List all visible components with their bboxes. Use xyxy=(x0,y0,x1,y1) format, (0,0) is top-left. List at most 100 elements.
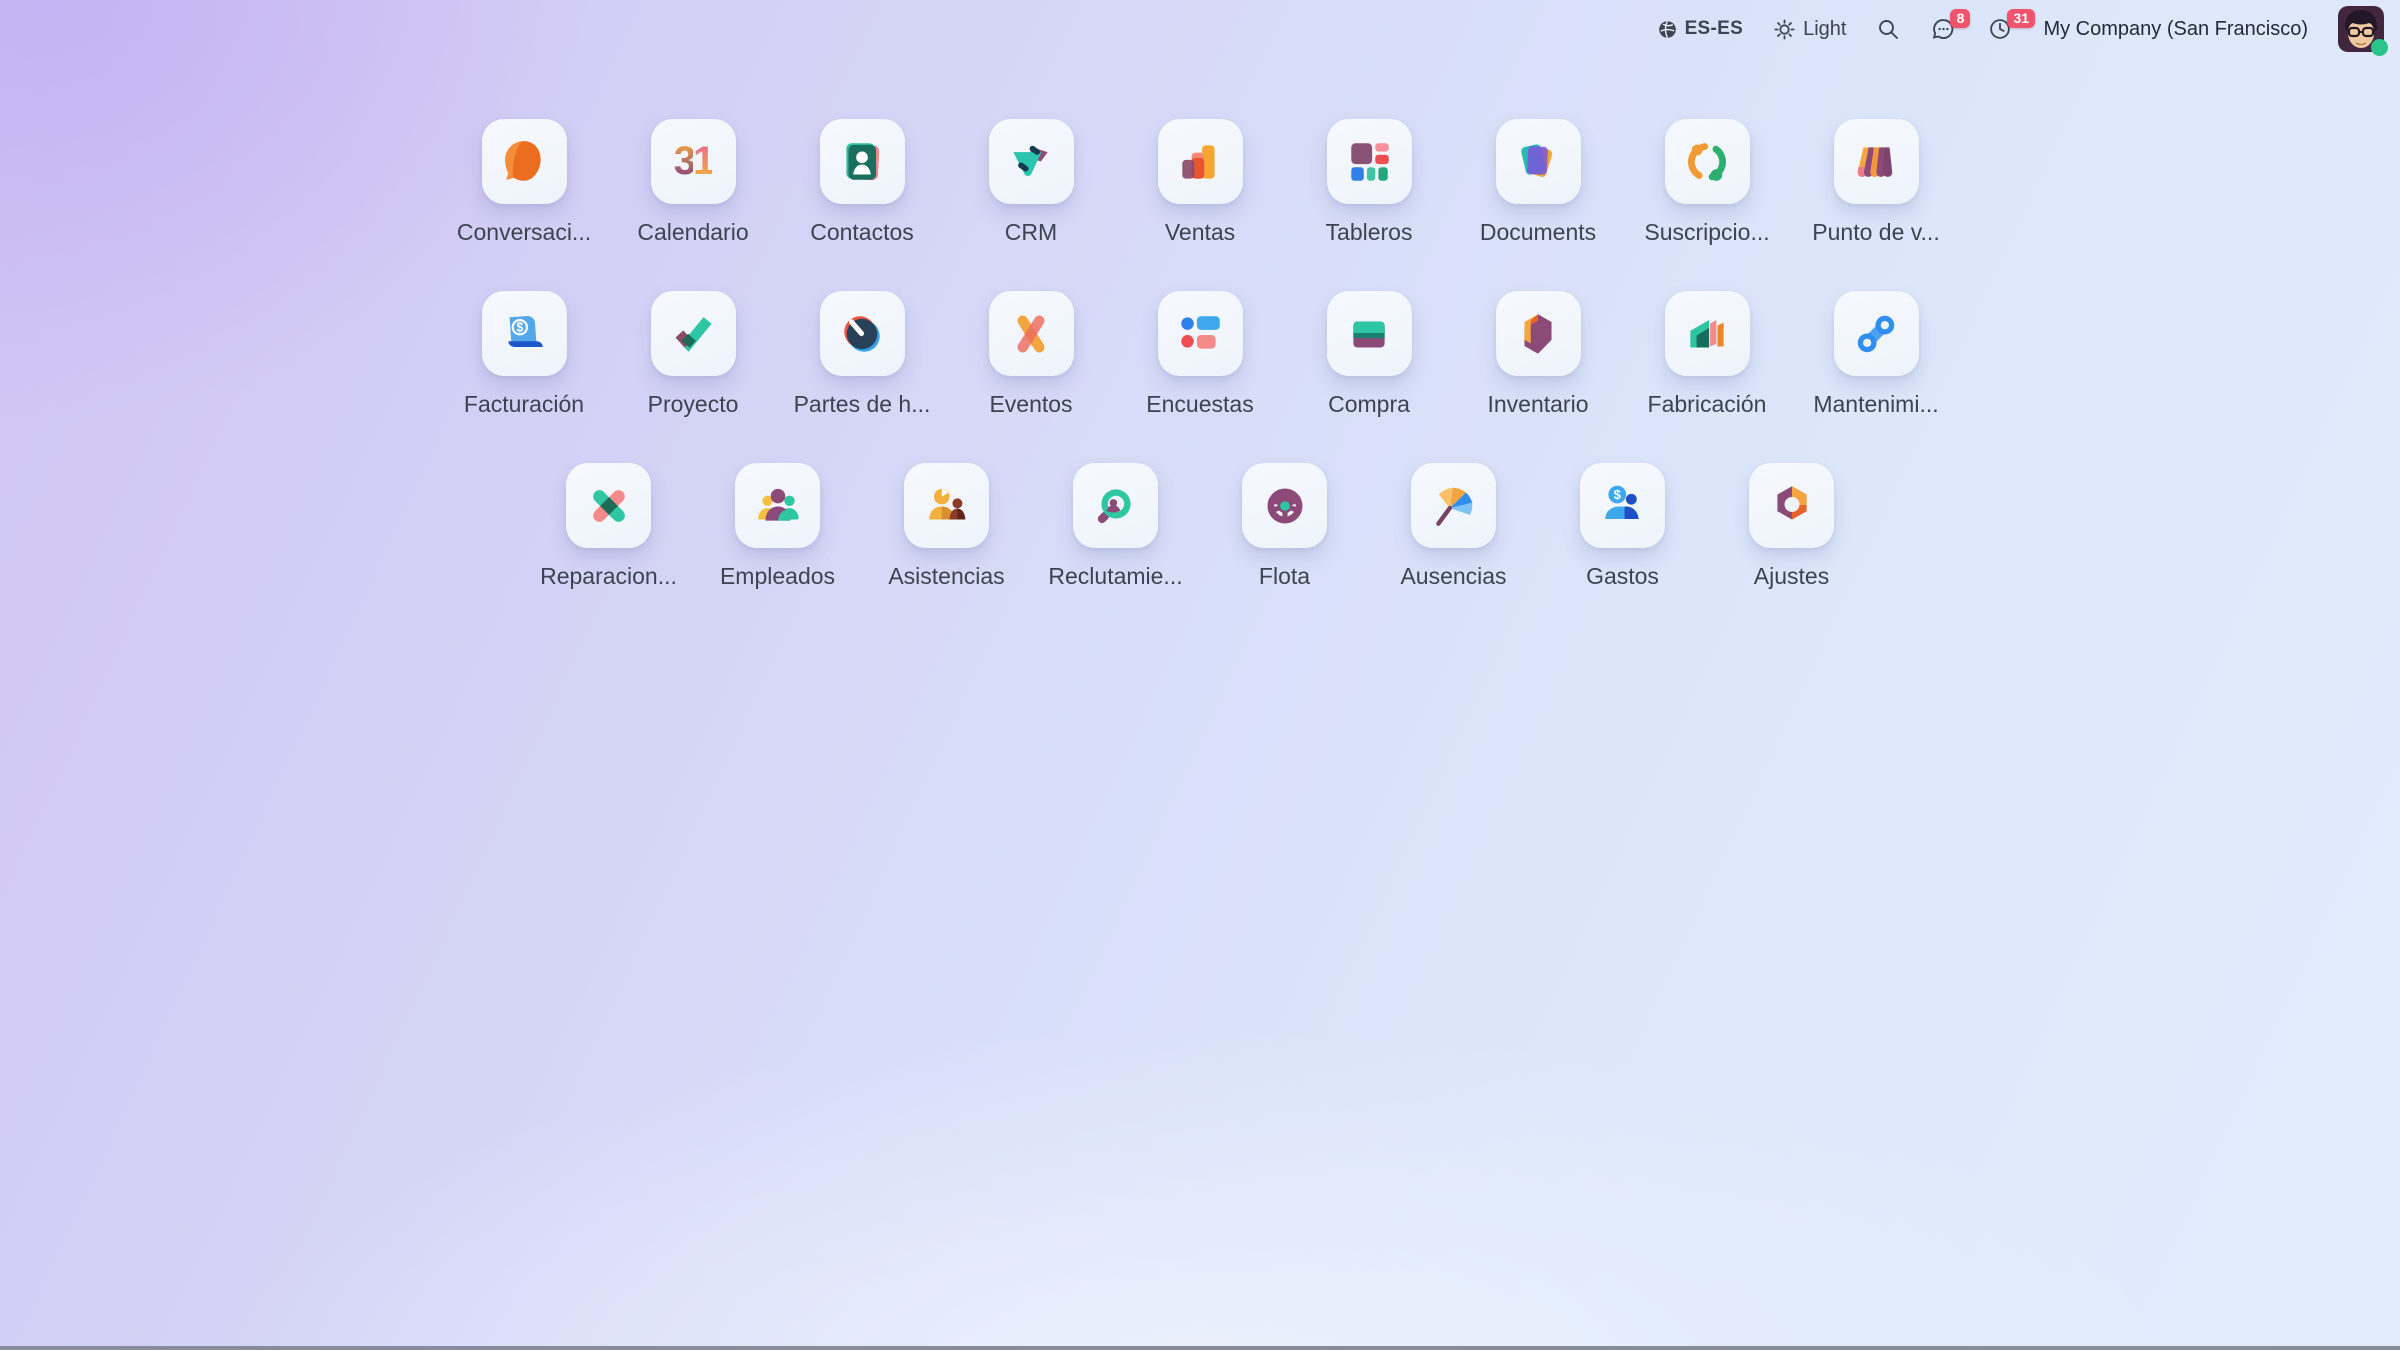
calendar-icon: 31 xyxy=(651,119,736,204)
calendar-digit: 3 xyxy=(674,139,693,184)
app-maintenance[interactable]: Mantenimi... xyxy=(1792,291,1961,418)
online-status-dot xyxy=(2371,39,2388,56)
expenses-icon: $ xyxy=(1580,463,1665,548)
app-label: Asistencias xyxy=(888,563,1004,590)
app-inventory[interactable]: Inventario xyxy=(1454,291,1623,418)
app-contacts[interactable]: Contactos xyxy=(778,119,947,246)
app-label: Reparacion... xyxy=(540,563,677,590)
svg-text:$: $ xyxy=(1613,487,1621,502)
home-menu: Conversaci... 31 Calendario Contactos xyxy=(0,0,2400,590)
app-time-off[interactable]: Ausencias xyxy=(1369,463,1538,590)
company-name: My Company (San Francisco) xyxy=(2043,18,2308,41)
app-row-1: Conversaci... 31 Calendario Contactos xyxy=(0,119,2400,246)
app-label: Punto de v... xyxy=(1812,219,1939,246)
calendar-digit: 1 xyxy=(693,139,712,184)
app-label: Mantenimi... xyxy=(1813,391,1938,418)
globe-icon xyxy=(1657,19,1678,40)
fleet-icon xyxy=(1242,463,1327,548)
sales-icon xyxy=(1158,119,1243,204)
manufacturing-icon xyxy=(1665,291,1750,376)
svg-text:$: $ xyxy=(516,320,523,334)
app-label: Compra xyxy=(1328,391,1410,418)
app-label: CRM xyxy=(1005,219,1057,246)
app-label: Eventos xyxy=(989,391,1072,418)
user-avatar[interactable] xyxy=(2338,6,2384,52)
inventory-icon xyxy=(1496,291,1581,376)
purchase-icon xyxy=(1327,291,1412,376)
app-repair[interactable]: Reparacion... xyxy=(524,463,693,590)
app-label: Conversaci... xyxy=(457,219,591,246)
app-label: Gastos xyxy=(1586,563,1659,590)
company-switcher[interactable]: My Company (San Francisco) xyxy=(2043,18,2308,41)
app-label: Contactos xyxy=(810,219,914,246)
app-invoicing[interactable]: $ Facturación xyxy=(440,291,609,418)
language-switcher[interactable]: ES-ES xyxy=(1657,18,1744,40)
app-label: Ausencias xyxy=(1400,563,1506,590)
activities-badge: 31 xyxy=(2007,9,2035,28)
employees-icon xyxy=(735,463,820,548)
theme-toggle[interactable]: Light xyxy=(1773,18,1846,41)
time-off-icon xyxy=(1411,463,1496,548)
app-label: Partes de h... xyxy=(794,391,931,418)
surveys-icon xyxy=(1158,291,1243,376)
language-label: ES-ES xyxy=(1685,18,1744,40)
app-label: Encuestas xyxy=(1146,391,1253,418)
app-sales[interactable]: Ventas xyxy=(1116,119,1285,246)
app-row-2: $ Facturación Proyecto xyxy=(0,291,2400,418)
events-icon xyxy=(989,291,1074,376)
topbar: ES-ES Light 8 xyxy=(1657,0,2384,58)
contacts-icon xyxy=(820,119,905,204)
search-icon xyxy=(1876,17,1900,41)
app-label: Flota xyxy=(1259,563,1310,590)
activities-button[interactable]: 31 xyxy=(1987,16,2013,42)
timesheets-icon xyxy=(820,291,905,376)
app-settings[interactable]: Ajustes xyxy=(1707,463,1876,590)
dashboards-icon xyxy=(1327,119,1412,204)
subscriptions-icon xyxy=(1665,119,1750,204)
messages-badge: 8 xyxy=(1950,9,1970,28)
app-documents[interactable]: Documents xyxy=(1454,119,1623,246)
maintenance-icon xyxy=(1834,291,1919,376)
attendances-icon xyxy=(904,463,989,548)
sun-icon xyxy=(1773,18,1796,41)
app-crm[interactable]: CRM xyxy=(947,119,1116,246)
app-label: Documents xyxy=(1480,219,1596,246)
point-of-sale-icon xyxy=(1834,119,1919,204)
app-project[interactable]: Proyecto xyxy=(609,291,778,418)
app-label: Suscripcio... xyxy=(1644,219,1769,246)
settings-icon xyxy=(1749,463,1834,548)
project-icon xyxy=(651,291,736,376)
crm-icon xyxy=(989,119,1074,204)
app-label: Reclutamie... xyxy=(1048,563,1182,590)
app-label: Empleados xyxy=(720,563,835,590)
recruitment-icon xyxy=(1073,463,1158,548)
app-events[interactable]: Eventos xyxy=(947,291,1116,418)
app-point-of-sale[interactable]: Punto de v... xyxy=(1792,119,1961,246)
app-attendances[interactable]: Asistencias xyxy=(862,463,1031,590)
app-dashboards[interactable]: Tableros xyxy=(1285,119,1454,246)
app-label: Ajustes xyxy=(1754,563,1829,590)
app-fleet[interactable]: Flota xyxy=(1200,463,1369,590)
app-calendar[interactable]: 31 Calendario xyxy=(609,119,778,246)
app-surveys[interactable]: Encuestas xyxy=(1116,291,1285,418)
app-expenses[interactable]: $ Gastos xyxy=(1538,463,1707,590)
repair-icon xyxy=(566,463,651,548)
documents-icon xyxy=(1496,119,1581,204)
app-employees[interactable]: Empleados xyxy=(693,463,862,590)
app-purchase[interactable]: Compra xyxy=(1285,291,1454,418)
app-discuss[interactable]: Conversaci... xyxy=(440,119,609,246)
app-label: Inventario xyxy=(1487,391,1588,418)
app-timesheets[interactable]: Partes de h... xyxy=(778,291,947,418)
app-subscriptions[interactable]: Suscripcio... xyxy=(1623,119,1792,246)
app-label: Fabricación xyxy=(1648,391,1767,418)
app-label: Facturación xyxy=(464,391,584,418)
messages-button[interactable]: 8 xyxy=(1930,16,1957,43)
app-recruitment[interactable]: Reclutamie... xyxy=(1031,463,1200,590)
app-label: Tableros xyxy=(1326,219,1413,246)
invoicing-icon: $ xyxy=(482,291,567,376)
app-manufacturing[interactable]: Fabricación xyxy=(1623,291,1792,418)
discuss-icon xyxy=(482,119,567,204)
app-label: Ventas xyxy=(1165,219,1235,246)
search-button[interactable] xyxy=(1876,17,1900,41)
app-label: Calendario xyxy=(637,219,748,246)
